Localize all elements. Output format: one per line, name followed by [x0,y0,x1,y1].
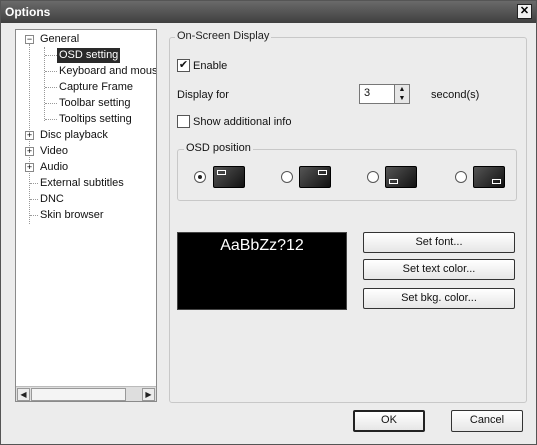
tree-item-toolbar-setting[interactable]: Toolbar setting [59,96,131,111]
set-bkg-color-button[interactable]: Set bkg. color... [363,288,515,309]
ok-button[interactable]: OK [353,410,425,432]
scroll-thumb[interactable] [31,388,126,401]
tree-item-disc-playback[interactable]: Disc playback [40,128,108,143]
close-button[interactable]: ✕ [517,4,532,19]
tree-connector [45,119,57,120]
collapse-icon[interactable]: − [25,35,34,44]
tree-item-tooltips-setting[interactable]: Tooltips setting [59,112,132,127]
top-right-position-icon [299,166,331,188]
show-additional-info-checkbox[interactable] [177,115,190,128]
cancel-button[interactable]: Cancel [451,410,523,432]
checkmark-icon: ✔ [178,59,189,71]
tree-item-external-subtitles[interactable]: External subtitles [40,176,124,191]
osd-marker [492,179,501,184]
tree-connector [44,47,45,121]
tree-item-audio[interactable]: Audio [40,160,68,175]
font-preview: AaBbZz?12 [177,232,347,310]
tree-item-skin-browser[interactable]: Skin browser [40,208,104,223]
panel-title: On-Screen Display [175,30,272,42]
spin-down-icon[interactable]: ▼ [395,94,409,103]
osd-marker [318,170,327,175]
tree-connector [45,87,57,88]
position-bottom-right-radio[interactable] [455,171,467,183]
tree-connector [45,103,57,104]
show-additional-info-label: Show additional info [193,116,292,128]
bottom-left-position-icon [385,166,417,188]
arrow-left-icon: ◀ [20,390,27,399]
tree-connector [30,215,38,216]
expand-icon[interactable]: + [25,147,34,156]
osd-marker [389,179,398,184]
options-window: Options ✕ − General OSD setting Keyboard… [0,0,537,445]
tree-horizontal-scrollbar[interactable]: ◀ ▶ [16,386,156,401]
close-icon: ✕ [519,5,530,17]
top-left-position-icon [213,166,245,188]
tree-connector [45,55,57,56]
options-tree: − General OSD setting Keyboard and mouse… [15,29,157,402]
position-top-right-radio[interactable] [281,171,293,183]
tree-connector [30,183,38,184]
seconds-unit-label: second(s) [431,89,480,101]
set-text-color-button[interactable]: Set text color... [363,259,515,280]
tree-item-osd-setting[interactable]: OSD setting [57,48,121,63]
arrow-right-icon: ▶ [145,390,152,399]
expand-icon[interactable]: + [25,131,34,140]
expand-icon[interactable]: + [25,163,34,172]
title-bar: Options ✕ [1,1,536,23]
tree-connector [30,199,38,200]
display-for-input[interactable]: 3 [359,84,395,104]
set-font-button[interactable]: Set font... [363,232,515,253]
osd-position-title: OSD position [184,142,253,154]
tree-item-capture-frame[interactable]: Capture Frame [59,80,133,95]
scroll-left-button[interactable]: ◀ [17,388,30,401]
window-title: Options [5,5,51,19]
tree-item-keyboard-and-mouse[interactable]: Keyboard and mouse [59,64,156,79]
tree-item-general[interactable]: General [40,32,79,47]
position-bottom-left-radio[interactable] [367,171,379,183]
enable-label: Enable [193,60,228,72]
display-for-label: Display for [177,89,229,101]
radio-selected-dot [198,175,202,179]
display-for-spinner[interactable]: ▲ ▼ [394,84,410,104]
tree-item-video[interactable]: Video [40,144,68,159]
scroll-right-button[interactable]: ▶ [142,388,155,401]
tree-viewport: − General OSD setting Keyboard and mouse… [16,30,156,385]
bottom-right-position-icon [473,166,505,188]
osd-marker [217,170,226,175]
position-top-left-radio[interactable] [194,171,206,183]
tree-connector [45,71,57,72]
tree-item-dnc[interactable]: DNC [40,192,64,207]
spin-up-icon[interactable]: ▲ [395,85,409,94]
enable-checkbox[interactable]: ✔ [177,59,190,72]
